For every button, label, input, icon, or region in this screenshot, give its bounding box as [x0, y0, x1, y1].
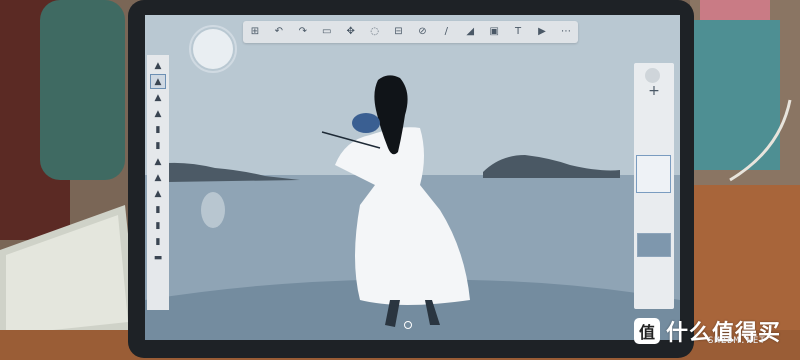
- felt-brush-icon[interactable]: ▲: [151, 171, 165, 184]
- texture-brush-icon[interactable]: ▬: [151, 251, 165, 264]
- video-icon[interactable]: ▶: [535, 25, 549, 39]
- green-bottle: [40, 0, 125, 180]
- ruler-icon[interactable]: ⊟: [391, 25, 405, 39]
- grid-icon[interactable]: ⊞: [248, 25, 262, 39]
- fill-icon[interactable]: ◢: [463, 25, 477, 39]
- paintbrush-brush-icon[interactable]: ▮: [151, 123, 165, 136]
- home-indicator: [404, 321, 412, 329]
- layer-opacity-chip[interactable]: [636, 155, 671, 193]
- airbrush-brush-icon[interactable]: ▲: [151, 107, 165, 120]
- top-toolbar: ⊞ ↶ ↷ ▭ ✥ ◌ ⊟ ⊘ / ◢ ▣ T ▶ ⋯: [243, 21, 578, 43]
- tablet-screen: ⊞ ↶ ↷ ▭ ✥ ◌ ⊟ ⊘ / ◢ ▣ T ▶ ⋯ ▲ ▲ ▲ ▲ ▮ ▮ …: [145, 15, 680, 340]
- redo-icon[interactable]: ↷: [296, 25, 310, 39]
- blender-brush-icon[interactable]: ▮: [151, 235, 165, 248]
- undo-icon[interactable]: ↶: [272, 25, 286, 39]
- select-icon[interactable]: ▭: [320, 25, 334, 39]
- text-icon[interactable]: T: [511, 25, 525, 39]
- more-icon[interactable]: ⋯: [559, 25, 573, 39]
- eraser-brush-icon[interactable]: ▮: [151, 203, 165, 216]
- fill-brush-icon[interactable]: ▮: [151, 219, 165, 232]
- layer-thumbnail[interactable]: [637, 233, 671, 257]
- pen-brush-icon[interactable]: ▮: [151, 139, 165, 152]
- smudge-brush-icon[interactable]: ▲: [151, 187, 165, 200]
- pencil-brush-icon[interactable]: ▲: [151, 59, 165, 72]
- brush-palette: ▲ ▲ ▲ ▲ ▮ ▮ ▲ ▲ ▲ ▮ ▮ ▮ ▬: [147, 55, 169, 310]
- symmetry-icon[interactable]: ⊘: [415, 25, 429, 39]
- image-icon[interactable]: ▣: [487, 25, 501, 39]
- lasso-icon[interactable]: ◌: [368, 25, 382, 39]
- calligraphy-brush-icon[interactable]: ▲: [151, 155, 165, 168]
- move-icon[interactable]: ✥: [344, 25, 358, 39]
- watermark-site: SMZDM.NET: [708, 336, 766, 346]
- avatar[interactable]: [645, 68, 660, 83]
- add-layer-button[interactable]: +: [646, 83, 662, 99]
- watermark-logo: 值: [634, 318, 660, 344]
- marker-brush-icon[interactable]: ▲: [151, 91, 165, 104]
- brush-icon[interactable]: /: [439, 25, 453, 39]
- ballpoint-brush-icon[interactable]: ▲: [150, 74, 166, 89]
